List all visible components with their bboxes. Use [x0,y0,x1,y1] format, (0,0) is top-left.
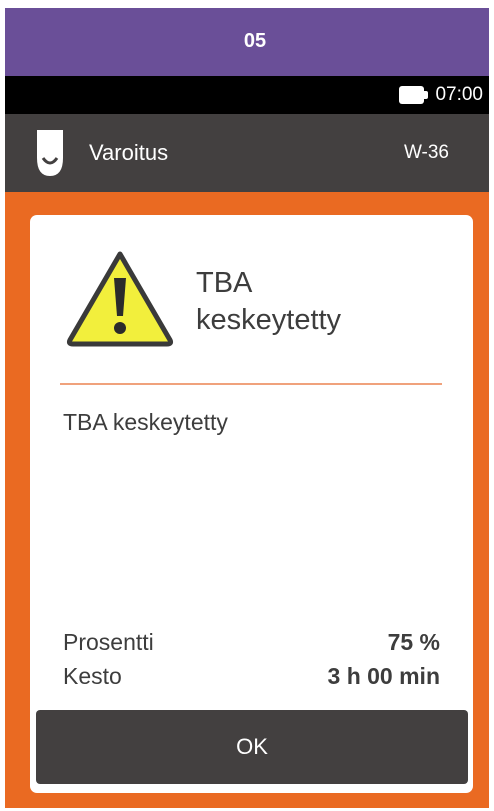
banner-label: 05 [243,29,267,52]
detail-row-duration: Kesto 3 h 00 min [63,663,440,690]
warning-triangle-icon [66,251,174,347]
dialog-message: TBA keskeytetty [63,409,228,435]
device-screen: 05 07:00 Varoitus W-36 TBA keskeytetty T… [5,8,489,808]
dialog-title-line2: keskeytetty [196,304,342,336]
detail-label: Kesto [63,663,122,689]
detail-row-percent: Prosentti 75 % [63,629,440,656]
header-bar: Varoitus W-36 [5,114,489,192]
battery-full-icon [399,86,429,104]
detail-label: Prosentti [63,629,154,655]
detail-value: 3 h 00 min [327,663,440,689]
dialog-title-line1: TBA [196,267,253,299]
ok-button[interactable]: OK [36,710,468,784]
detail-value: 75 % [387,629,440,655]
device-icon [37,130,63,176]
status-bar: 07:00 [5,76,489,114]
top-banner: 05 [5,8,489,76]
status-time: 07:00 [435,84,483,105]
warning-code: W-36 [403,142,449,163]
divider [60,383,442,385]
dialog-title: TBA keskeytetty [196,265,456,339]
alert-background: TBA keskeytetty TBA keskeytetty Prosentt… [5,192,489,808]
header-title: Varoitus [89,140,169,165]
alert-dialog: TBA keskeytetty TBA keskeytetty Prosentt… [30,215,473,793]
